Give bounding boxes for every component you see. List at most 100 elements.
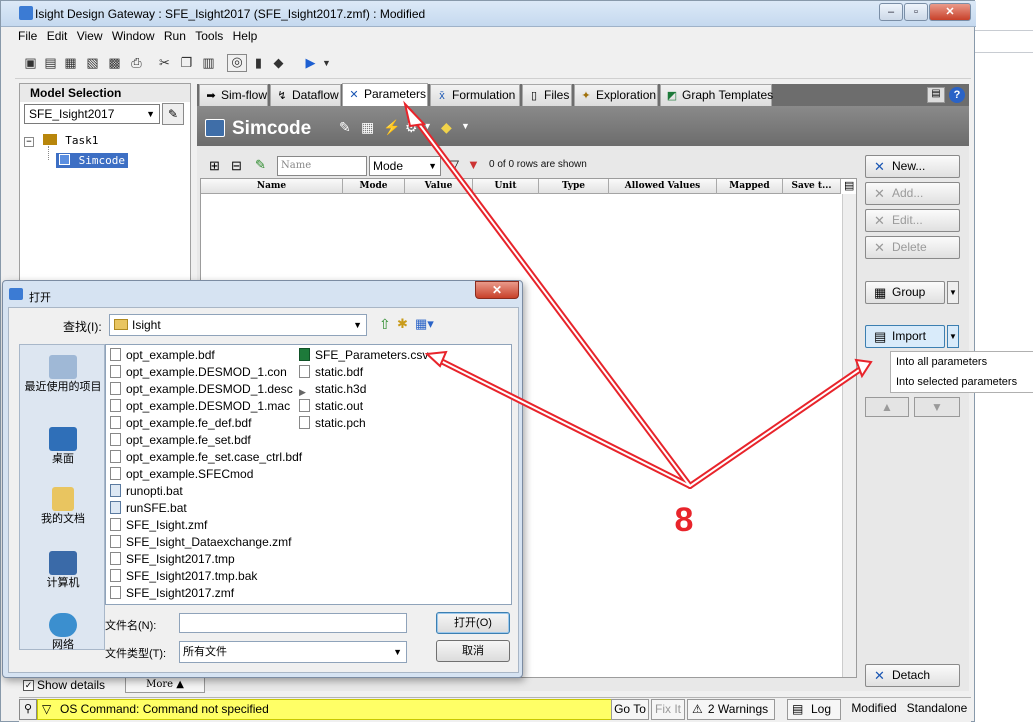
file-item[interactable]: runopti.bat	[110, 483, 183, 499]
file-item[interactable]: static.pch	[299, 415, 366, 431]
look-in-select[interactable]: Isight ▼	[109, 314, 367, 336]
group-button[interactable]: ▦ Group	[865, 281, 945, 304]
column-header-value[interactable]: Value	[405, 179, 473, 194]
file-item[interactable]: opt_example.DESMOD_1.mac	[110, 398, 290, 414]
edit-component-icon[interactable]: ✎	[339, 119, 351, 136]
column-header-type[interactable]: Type	[539, 179, 609, 194]
expand-all-icon[interactable]: ⊞	[209, 158, 220, 174]
column-header-name[interactable]: Name	[201, 179, 343, 194]
wizard-icon[interactable]: ⚡	[383, 119, 400, 136]
open-icon[interactable]: ▤	[43, 56, 58, 70]
place-desktop[interactable]: 桌面	[20, 427, 106, 466]
menu-item-import-selected[interactable]: Into selected parameters	[896, 376, 1017, 388]
move-down-button[interactable]: ▼	[914, 397, 960, 417]
tab-files[interactable]: ▯ Files	[522, 84, 572, 106]
file-item[interactable]: opt_example.fe_set.bdf	[110, 432, 251, 448]
import-dropdown-icon[interactable]: ▼	[947, 325, 959, 348]
view-menu-icon[interactable]: ▦▾	[415, 316, 434, 332]
save-as-icon[interactable]: ▧	[85, 56, 100, 70]
cut-icon[interactable]: ✂	[157, 56, 172, 70]
column-header-allowed-values[interactable]: Allowed Values	[609, 179, 717, 194]
collapse-icon[interactable]: −	[24, 137, 34, 147]
file-item[interactable]: opt_example.DESMOD_1.desc	[110, 381, 293, 397]
tab-parameters[interactable]: ✕ Parameters	[342, 83, 428, 106]
tree-node-task[interactable]: − Task1	[24, 134, 98, 147]
window-layout-icon[interactable]: ▤	[927, 87, 945, 103]
menu-window[interactable]: Window	[109, 27, 158, 45]
fix-it-button[interactable]: Fix It	[651, 699, 685, 720]
go-to-button[interactable]: Go To	[611, 699, 649, 720]
mode-filter-select[interactable]: Mode ▼	[369, 156, 441, 176]
tab-dataflow[interactable]: ↯ Dataflow	[270, 84, 341, 106]
run-icon[interactable]: ▶	[303, 56, 318, 70]
collapse-all-icon[interactable]: ⊟	[231, 158, 242, 174]
menu-item-import-all[interactable]: Into all parameters	[896, 356, 987, 368]
menu-edit[interactable]: Edit	[44, 27, 71, 45]
add-parameter-button[interactable]: ✕ Add...	[865, 182, 960, 205]
place-computer[interactable]: 计算机	[20, 551, 106, 590]
dialog-close-button[interactable]: ✕	[475, 281, 519, 299]
file-type-select[interactable]: 所有文件 ▼	[179, 641, 407, 663]
delete-parameter-button[interactable]: ✕ Delete	[865, 236, 960, 259]
plugin-icon[interactable]: ◆	[441, 119, 452, 136]
file-name-input[interactable]	[179, 613, 407, 633]
print-icon[interactable]: ⎙	[129, 56, 144, 70]
import-button[interactable]: ▤ Import	[865, 325, 945, 348]
file-item[interactable]: static.out	[299, 398, 363, 414]
minimize-button[interactable]: –	[879, 3, 903, 21]
run-dropdown-icon[interactable]: ▼	[319, 56, 334, 70]
log-button[interactable]: ▤ Log	[787, 699, 841, 720]
file-item[interactable]: opt_example.fe_set.case_ctrl.bdf	[110, 449, 302, 465]
column-header-save[interactable]: Save t...	[783, 179, 841, 194]
model-select[interactable]: SFE_Isight2017 ▼	[24, 104, 160, 124]
save-icon[interactable]: ▦	[63, 56, 78, 70]
file-item[interactable]: opt_example.bdf	[110, 347, 215, 363]
name-filter-input[interactable]: Name	[277, 156, 367, 176]
filter-wand-icon[interactable]: ✎	[255, 157, 266, 173]
file-item[interactable]: SFE_Isight_Dataexchange.zmf	[110, 534, 291, 550]
tab-graph-templates[interactable]: ◩ Graph Templates	[660, 84, 773, 106]
save-all-icon[interactable]: ▩	[107, 56, 122, 70]
warnings-button[interactable]: ⚠ 2 Warnings	[687, 699, 775, 720]
column-chooser-icon[interactable]: ▤	[844, 179, 854, 192]
menu-run[interactable]: Run	[161, 27, 189, 45]
menu-file[interactable]: File	[15, 27, 40, 45]
place-network[interactable]: 网络	[20, 613, 106, 652]
file-item[interactable]: opt_example.DESMOD_1.con	[110, 364, 287, 380]
help-icon[interactable]: ?	[949, 87, 965, 103]
open-button[interactable]: 打开(O)	[436, 612, 510, 634]
new-folder-icon[interactable]: ✱	[397, 316, 408, 332]
table-view-icon[interactable]: ▦	[361, 119, 374, 136]
cancel-button[interactable]: 取消	[436, 640, 510, 662]
move-up-button[interactable]: ▲	[865, 397, 909, 417]
edit-parameter-button[interactable]: ✕ Edit...	[865, 209, 960, 232]
column-header-mapped[interactable]: Mapped	[717, 179, 783, 194]
file-item[interactable]: SFE_Isight2017.zmf	[110, 585, 234, 601]
menu-tools[interactable]: Tools	[192, 27, 226, 45]
pin-icon[interactable]: ⚲	[19, 699, 37, 720]
file-item[interactable]: ▶ static.h3d	[299, 381, 366, 397]
edit-model-button[interactable]: ✎	[162, 103, 184, 125]
plugin-dropdown-icon[interactable]: ▼	[461, 121, 470, 131]
column-header-mode[interactable]: Mode	[343, 179, 405, 194]
paste-icon[interactable]: ▥	[201, 56, 216, 70]
column-header-unit[interactable]: Unit	[473, 179, 539, 194]
library-icon[interactable]: ▮	[251, 56, 266, 70]
file-item[interactable]: opt_example.fe_def.bdf	[110, 415, 251, 431]
tab-formulation[interactable]: x̄ Formulation	[430, 84, 520, 106]
file-item[interactable]: SFE_Isight2017.tmp	[110, 551, 235, 567]
copy-icon[interactable]: ❐	[179, 56, 194, 70]
tree-node-simcode[interactable]: Simcode	[56, 153, 128, 168]
show-details-checkbox[interactable]: ✓	[23, 680, 34, 691]
component-icon[interactable]: ◆	[271, 56, 286, 70]
file-item[interactable]: SFE_Isight2017.tmp.bak	[110, 568, 257, 584]
maximize-button[interactable]: ▫	[904, 3, 928, 21]
file-item[interactable]: SFE_Isight.zmf	[110, 517, 207, 533]
vertical-scrollbar[interactable]	[842, 194, 856, 677]
more-button[interactable]: More ▲	[125, 677, 205, 693]
up-folder-icon[interactable]: ⇧	[379, 316, 391, 333]
tab-sim-flow[interactable]: ➡ Sim-flow	[199, 84, 268, 106]
filter-icon[interactable]: ▽	[449, 157, 459, 173]
toggle-view-icon[interactable]: ◎	[227, 54, 247, 72]
tool-dropdown-icon[interactable]: ▼	[423, 121, 432, 131]
